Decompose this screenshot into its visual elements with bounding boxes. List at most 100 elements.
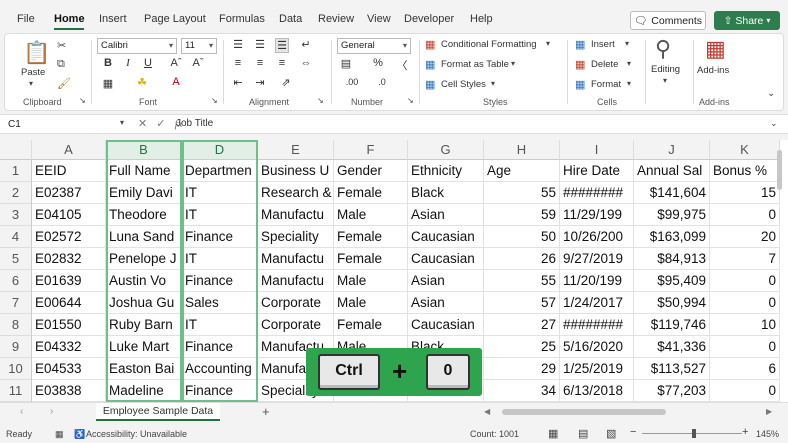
cell-a6[interactable]: E01639 [32, 270, 106, 292]
cell-d5[interactable]: IT [182, 248, 258, 270]
insert-cells-button[interactable]: Insert [591, 39, 615, 50]
cell-i6[interactable]: 11/20/199 [560, 270, 634, 292]
fill-color-icon[interactable]: ☘ [135, 76, 149, 89]
cell-d6[interactable]: Finance [182, 270, 258, 292]
cell-j6[interactable]: $95,409 [634, 270, 710, 292]
cell-a3[interactable]: E04105 [32, 204, 106, 226]
cell-k9[interactable]: 0 [710, 336, 780, 358]
cut-icon[interactable]: ✂ [57, 39, 66, 52]
cell-e5[interactable]: Manufactu [258, 248, 334, 270]
editing-button[interactable]: Editing [651, 64, 680, 75]
cell-f5[interactable]: Female [334, 248, 408, 270]
conditional-formatting-button[interactable]: Conditional Formatting [441, 39, 537, 50]
dialog-launcher-icon[interactable]: ↘ [79, 96, 86, 105]
cell-a4[interactable]: E02572 [32, 226, 106, 248]
add-ins-button[interactable]: Add-ins [697, 65, 729, 76]
cell-h3[interactable]: 59 [484, 204, 560, 226]
dialog-launcher-icon[interactable]: ↘ [211, 96, 218, 105]
cell-f4[interactable]: Female [334, 226, 408, 248]
cell-e8[interactable]: Corporate [258, 314, 334, 336]
scroll-left-icon[interactable]: ◀ [484, 407, 490, 416]
orientation-icon[interactable]: ⇗ [279, 76, 293, 89]
decrease-indent-icon[interactable]: ⇤ [231, 76, 245, 89]
cell-h1[interactable]: Age [484, 160, 560, 182]
cell-k6[interactable]: 0 [710, 270, 780, 292]
page-layout-view-icon[interactable]: ▤ [578, 427, 588, 440]
delete-cells-button[interactable]: Delete [591, 59, 618, 70]
tab-file[interactable]: File [17, 13, 35, 25]
cell-j11[interactable]: $77,203 [634, 380, 710, 402]
chevron-down-icon[interactable]: ▾ [511, 59, 515, 68]
chevron-down-icon[interactable]: ▾ [120, 118, 124, 127]
tab-developer[interactable]: Developer [404, 13, 454, 25]
cell-i3[interactable]: 11/29/199 [560, 204, 634, 226]
underline-icon[interactable]: U [141, 57, 155, 69]
cell-e1[interactable]: Business U [258, 160, 334, 182]
column-header-i[interactable]: I [560, 140, 634, 160]
cell-f6[interactable]: Male [334, 270, 408, 292]
cell-b1[interactable]: Full Name [106, 160, 182, 182]
merge-center-icon[interactable]: ⇔ [299, 57, 313, 69]
cell-d10[interactable]: Accounting [182, 358, 258, 380]
column-header-j[interactable]: J [634, 140, 710, 160]
cell-a11[interactable]: E03838 [32, 380, 106, 402]
cell-i11[interactable]: 6/13/2018 [560, 380, 634, 402]
cell-d7[interactable]: Sales [182, 292, 258, 314]
align-center-icon[interactable]: ≡ [253, 57, 267, 69]
row-header-7[interactable]: 7 [0, 292, 32, 314]
align-right-icon[interactable]: ≡ [275, 57, 289, 69]
row-header-9[interactable]: 9 [0, 336, 32, 358]
paste-label[interactable]: Paste [21, 67, 45, 78]
comma-style-icon[interactable]: 〈 [395, 57, 409, 73]
cell-j9[interactable]: $41,336 [634, 336, 710, 358]
column-header-a[interactable]: A [32, 140, 106, 160]
cell-k3[interactable]: 0 [710, 204, 780, 226]
cell-k2[interactable]: 15 [710, 182, 780, 204]
chevron-down-icon[interactable]: ▾ [491, 79, 495, 88]
cell-k1[interactable]: Bonus % [710, 160, 780, 182]
chevron-down-icon[interactable]: ▾ [627, 59, 631, 68]
percent-icon[interactable]: % [371, 57, 385, 69]
wrap-text-icon[interactable]: ↵ [299, 38, 313, 51]
sheet-tab-employee-sample-data[interactable]: Employee Sample Data [96, 403, 220, 421]
select-all-corner[interactable] [0, 140, 32, 160]
cell-d8[interactable]: IT [182, 314, 258, 336]
cell-b5[interactable]: Penelope J [106, 248, 182, 270]
copy-icon[interactable]: ⧉ [57, 58, 65, 71]
decrease-font-icon[interactable]: Aˇ [191, 57, 205, 69]
dialog-launcher-icon[interactable]: ↘ [407, 96, 414, 105]
increase-font-icon[interactable]: Aˆ [169, 57, 183, 69]
cell-b6[interactable]: Austin Vo [106, 270, 182, 292]
bold-icon[interactable]: B [101, 57, 115, 69]
cell-j2[interactable]: $141,604 [634, 182, 710, 204]
zoom-in-icon[interactable]: + [742, 426, 748, 438]
column-header-k[interactable]: K [710, 140, 780, 160]
cell-a1[interactable]: EEID [32, 160, 106, 182]
cell-i10[interactable]: 1/25/2019 [560, 358, 634, 380]
cell-i9[interactable]: 5/16/2020 [560, 336, 634, 358]
cell-g4[interactable]: Caucasian [408, 226, 484, 248]
cell-k7[interactable]: 0 [710, 292, 780, 314]
tab-view[interactable]: View [367, 13, 391, 25]
name-box[interactable]: C1 [4, 117, 132, 132]
tab-home[interactable]: Home [54, 13, 85, 25]
align-bottom-icon[interactable]: ☰ [275, 38, 289, 53]
column-header-f[interactable]: F [334, 140, 408, 160]
confirm-icon[interactable]: ✓ [156, 118, 165, 130]
zoom-level[interactable]: 145% [756, 429, 779, 439]
row-header-2[interactable]: 2 [0, 182, 32, 204]
cell-e3[interactable]: Manufactu [258, 204, 334, 226]
cell-g8[interactable]: Caucasian [408, 314, 484, 336]
paste-dropdown-icon[interactable]: ▾ [29, 79, 33, 88]
expand-formula-icon[interactable]: ⌄ [770, 118, 778, 129]
cell-g6[interactable]: Asian [408, 270, 484, 292]
cell-b7[interactable]: Joshua Gu [106, 292, 182, 314]
scroll-left-icon[interactable]: ‹ [20, 406, 23, 417]
cell-d11[interactable]: Finance [182, 380, 258, 402]
normal-view-icon[interactable]: ▦ [548, 427, 558, 440]
cell-a10[interactable]: E04533 [32, 358, 106, 380]
cell-j10[interactable]: $113,527 [634, 358, 710, 380]
formula-input[interactable]: Job Title [176, 118, 213, 129]
zoom-slider-thumb[interactable] [692, 429, 696, 438]
cell-i8[interactable]: ######## [560, 314, 634, 336]
